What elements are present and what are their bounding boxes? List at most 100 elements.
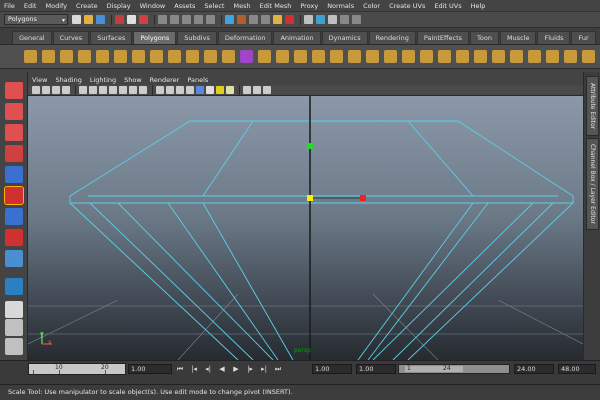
tab-subdivs[interactable]: Subdivs [177,31,217,44]
poly-cube-icon[interactable] [42,50,55,63]
step-back-key-icon[interactable]: |◂ [188,364,200,374]
poly-sphere-icon[interactable] [24,50,37,63]
show-manipulator-icon[interactable] [5,250,23,267]
safe-title-icon[interactable] [139,86,147,94]
select-hierarchy-icon[interactable] [115,15,124,24]
gate-mask-icon[interactable] [109,86,117,94]
wedge-icon[interactable] [456,50,469,63]
channel-box-tab[interactable]: Channel Box / Layer Editor [586,138,599,230]
all-lights-icon[interactable] [216,86,224,94]
playback-start-field[interactable]: 1.00 [356,364,396,374]
panel-menu-shading[interactable]: Shading [55,76,81,84]
extract-icon[interactable] [222,50,235,63]
tab-deformation[interactable]: Deformation [217,31,273,44]
render-settings-icon[interactable] [249,15,258,24]
scale-handle-x[interactable] [360,195,366,201]
poly-pyramid-icon[interactable] [150,50,163,63]
menu-modify[interactable]: Modify [45,2,67,10]
combine-icon[interactable] [186,50,199,63]
range-slider[interactable]: 1 24 [398,364,510,374]
collapse-icon[interactable] [420,50,433,63]
range-start-field[interactable]: 1.00 [312,364,352,374]
select-object-icon[interactable] [127,15,136,24]
panel-menu-view[interactable]: View [32,76,47,84]
film-gate-icon[interactable] [89,86,97,94]
playback-end-field[interactable]: 48.00 [558,364,596,374]
scale-tool-icon[interactable] [4,186,24,205]
tab-polygons[interactable]: Polygons [133,31,177,44]
bookmark-icon[interactable] [52,86,60,94]
rotate-tool-icon[interactable] [5,166,23,183]
chevron-down-icon[interactable]: ▾ [62,16,65,25]
select-tool-icon[interactable] [5,82,23,99]
menu-mesh[interactable]: Mesh [233,2,250,10]
sculpt-icon[interactable] [582,50,595,63]
fill-hole-icon[interactable] [492,50,505,63]
snap-point-icon[interactable] [182,15,191,24]
mirror-icon[interactable] [276,50,289,63]
tab-general[interactable]: General [12,31,52,44]
select-component-icon[interactable] [139,15,148,24]
poly-plane-icon[interactable] [96,50,109,63]
soft-mod-icon[interactable] [5,229,23,246]
textured-icon[interactable] [196,86,204,94]
universal-manipulator-icon[interactable] [5,208,23,225]
scale-handle-y[interactable] [307,143,313,149]
menu-create[interactable]: Create [76,2,98,10]
extrude-icon[interactable] [294,50,307,63]
wireframe-mesh[interactable] [69,120,574,360]
tab-toon[interactable]: Toon [470,31,499,44]
xray-icon[interactable] [243,86,251,94]
panel-menu-renderer[interactable]: Renderer [150,76,180,84]
menu-proxy[interactable]: Proxy [300,2,318,10]
menu-assets[interactable]: Assets [174,2,195,10]
panel-layout-icon[interactable] [263,86,271,94]
menu-display[interactable]: Display [107,2,131,10]
tab-muscle[interactable]: Muscle [499,31,537,44]
range-slider-handle[interactable] [405,366,463,372]
camera-icon[interactable] [285,15,294,24]
camera-attributes-icon[interactable] [42,86,50,94]
safe-action-icon[interactable] [129,86,137,94]
triangulate-icon[interactable] [510,50,523,63]
bevel-icon[interactable] [474,50,487,63]
wireframe-icon[interactable] [156,86,164,94]
quadrangulate-icon[interactable] [528,50,541,63]
append-icon[interactable] [330,50,343,63]
menu-edit-uvs[interactable]: Edit UVs [434,2,461,10]
tab-rendering[interactable]: Rendering [368,31,416,44]
play-backward-icon[interactable]: ◀ [216,364,228,374]
go-to-end-icon[interactable]: ⏭ [272,364,284,374]
menu-normals[interactable]: Normals [327,2,354,10]
go-to-start-icon[interactable]: ⏮ [174,364,186,374]
new-scene-icon[interactable] [72,15,81,24]
poly-prism-icon[interactable] [132,50,145,63]
flat-shade-icon[interactable] [176,86,184,94]
snap-plane-icon[interactable] [194,15,203,24]
lasso-tool-icon[interactable] [5,103,23,120]
sidebar-toggle-icon[interactable] [352,15,361,24]
default-light-icon[interactable] [206,86,214,94]
isolate-icon[interactable] [253,86,261,94]
play-forward-icon[interactable]: ▶ [230,364,242,374]
menu-set-dropdown[interactable]: Polygons ▾ [4,14,68,25]
field-chart-icon[interactable] [119,86,127,94]
construction-history-icon[interactable] [316,15,325,24]
split-icon[interactable] [348,50,361,63]
paint-select-tool-icon[interactable] [5,124,23,141]
show-hide-icon[interactable] [328,15,337,24]
panel-menu-lighting[interactable]: Lighting [90,76,116,84]
hypershade-icon[interactable] [261,15,270,24]
four-view-layout-icon[interactable] [5,319,23,336]
perspective-viewport[interactable]: y x persp [28,96,583,360]
offset-edge-loop-icon[interactable] [384,50,397,63]
poly-pipe-icon[interactable] [168,50,181,63]
open-scene-icon[interactable] [84,15,93,24]
tab-painteffects[interactable]: PaintEffects [416,31,470,44]
step-back-frame-icon[interactable]: ◂| [202,364,214,374]
menu-edit-mesh[interactable]: Edit Mesh [260,2,292,10]
select-camera-icon[interactable] [32,86,40,94]
menu-help[interactable]: Help [471,2,486,10]
resolution-gate-icon[interactable] [99,86,107,94]
tab-surfaces[interactable]: Surfaces [90,31,133,44]
